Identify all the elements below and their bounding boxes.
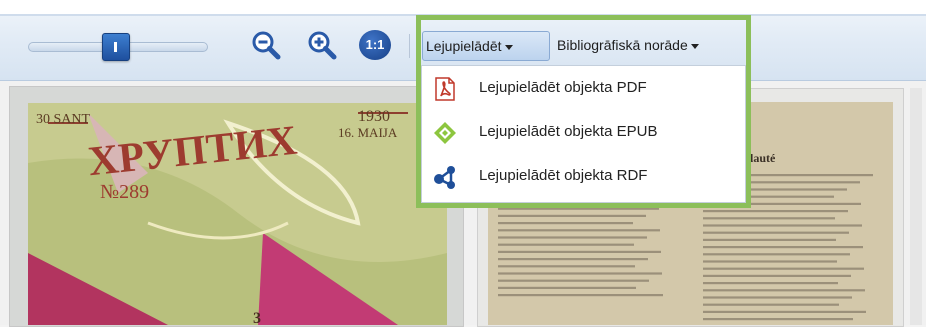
cover-text-year: 1930	[358, 108, 390, 125]
download-rdf-item[interactable]: Lejupielādēt objekta RDF	[422, 156, 747, 196]
download-pdf-label: Lejupielādēt objekta PDF	[479, 79, 647, 96]
viewer-scrollbar[interactable]	[910, 88, 922, 325]
page-text-line	[498, 229, 660, 232]
page-text-line	[703, 296, 852, 299]
chevron-down-icon	[504, 44, 513, 50]
actual-size-button[interactable]: 1:1	[359, 30, 391, 60]
pdf-icon	[435, 77, 455, 101]
page-text-line	[498, 250, 661, 253]
rdf-icon	[434, 166, 455, 189]
zoom-in-button[interactable]	[306, 29, 338, 61]
page-text-line	[703, 231, 849, 234]
page-text-line	[498, 207, 659, 210]
zoom-in-icon	[308, 31, 337, 60]
page-text-line	[498, 265, 635, 268]
page-text-line	[498, 294, 663, 297]
download-rdf-label: Lejupielādēt objekta RDF	[479, 167, 648, 184]
page-text-line	[703, 224, 862, 227]
page-text-line	[498, 279, 649, 282]
page-text-line	[703, 238, 836, 241]
download-menu-label: Lejupielādēt	[426, 38, 502, 54]
chevron-down-icon	[690, 43, 699, 49]
cover-illustration: 30 SANT 1930 16. MAIJA ХРУПТИХ №289 3	[28, 103, 447, 325]
toolbar-separator	[409, 34, 410, 58]
page-text-line	[498, 272, 662, 275]
page-text-line	[498, 243, 634, 246]
page-text-line	[703, 289, 865, 292]
epub-icon	[434, 122, 456, 144]
zoom-slider-handle[interactable]	[102, 33, 130, 61]
magazine-cover-image[interactable]: 30 SANT 1930 16. MAIJA ХРУПТИХ №289 3	[28, 103, 447, 325]
download-epub-label: Lejupielādēt objekta EPUB	[479, 123, 658, 140]
zoom-out-button[interactable]	[250, 29, 282, 61]
page-text-line	[703, 202, 861, 205]
download-menu-button[interactable]: Lejupielādēt	[422, 31, 550, 61]
page-text-line	[498, 236, 647, 239]
bibliography-menu-button[interactable]: Bibliogrāfiskā norāde	[557, 31, 751, 61]
page-text-line	[703, 260, 837, 263]
cover-issue-number: №289	[100, 181, 149, 203]
page-text-line	[703, 253, 850, 256]
page-text-line	[498, 222, 633, 225]
cover-text-price: 30 SANT	[36, 112, 91, 127]
page-text-line	[703, 267, 864, 270]
page-text-line	[703, 310, 866, 313]
page-text-line	[703, 210, 848, 213]
page-text-line	[703, 303, 839, 306]
cover-text-page: 3	[253, 310, 261, 325]
page-text-line	[498, 258, 648, 261]
page-text-line	[703, 246, 863, 249]
page-text-line	[703, 274, 851, 277]
download-epub-item[interactable]: Lejupielādēt objekta EPUB	[422, 112, 747, 152]
page-text-line	[703, 217, 835, 220]
page-text-line	[703, 318, 853, 321]
zoom-out-icon	[252, 31, 281, 60]
download-dropdown-menu: Lejupielādēt objekta PDF Lejupielādēt ob…	[421, 65, 746, 203]
bibliography-menu-label: Bibliogrāfiskā norāde	[557, 37, 688, 53]
page-heading: lauté	[750, 151, 776, 165]
toolbar-top-strip	[0, 0, 926, 14]
page-text-line	[498, 286, 636, 289]
download-pdf-item[interactable]: Lejupielādēt objekta PDF	[422, 68, 747, 108]
toolbar-top-line	[0, 14, 926, 16]
cover-text-date: 16. MAIJA	[338, 125, 398, 140]
page-text-line	[703, 282, 838, 285]
page-text-line	[498, 214, 646, 217]
